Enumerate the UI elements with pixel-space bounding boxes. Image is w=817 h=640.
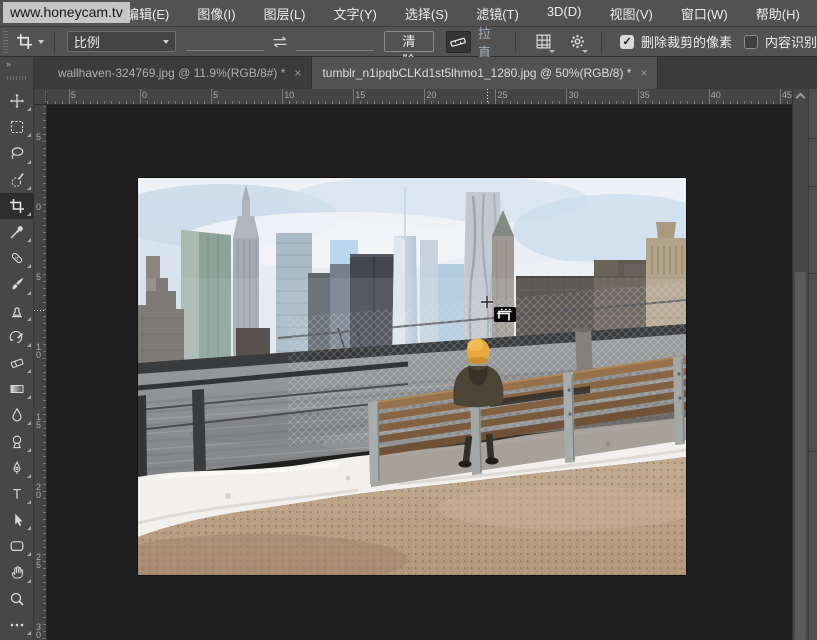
tab-tumblr[interactable]: tumblr_n1ipqbCLKd1st5lhmo1_1280.jpg @ 50… (312, 57, 658, 89)
crop-tool[interactable] (0, 193, 34, 219)
canvas-area[interactable] (47, 105, 792, 640)
menu-item-window[interactable]: 窗口(W) (667, 4, 742, 23)
menu-bar: www.honeycam.tv 编辑(E)图像(I)图层(L)文字(Y)选择(S… (0, 0, 817, 27)
ruler-label: 30 (569, 90, 579, 100)
ruler-cursor-indicator (487, 89, 488, 104)
gradient-tool[interactable] (0, 376, 34, 402)
move-tool[interactable] (0, 88, 34, 114)
tab-title: tumblr_n1ipqbCLKd1st5lhmo1_1280.jpg @ 50… (322, 66, 631, 80)
tool-panel: » T (0, 57, 34, 640)
scrollbar-thumb[interactable] (795, 272, 806, 640)
menu-item-type[interactable]: 文字(Y) (320, 4, 391, 23)
close-icon[interactable]: × (294, 66, 301, 80)
dodge-tool[interactable] (0, 428, 34, 454)
ruler-label: 1 5 (36, 413, 41, 429)
clone-stamp-tool[interactable] (0, 298, 34, 324)
swap-arrows-icon[interactable] (271, 35, 289, 49)
type-tool[interactable]: T (0, 481, 34, 507)
document-image[interactable] (138, 178, 686, 575)
vertical-ruler[interactable]: 5 0 5 1 0 1 5 2 0 2 5 3 0 (34, 105, 47, 640)
lasso-tool[interactable] (0, 140, 34, 166)
aspect-ratio-select[interactable]: 比例 (67, 31, 176, 52)
tool-preset-chevron-icon[interactable] (38, 40, 44, 44)
eraser-tool[interactable] (0, 350, 34, 376)
menu-item-3d[interactable]: 3D(D) (533, 4, 596, 23)
chevron-down-icon (163, 40, 169, 44)
gear-icon[interactable] (566, 31, 589, 53)
spot-healing-brush-tool[interactable] (0, 245, 34, 271)
edit-toolbar-ellipsis[interactable] (0, 612, 34, 638)
hand-tool[interactable] (0, 559, 34, 585)
panel-dock-edge[interactable] (808, 89, 817, 640)
svg-text:T: T (13, 487, 21, 502)
eyedropper-tool[interactable] (0, 219, 34, 245)
delete-cropped-pixels-label: 删除裁剪的像素 (641, 32, 732, 51)
watermark: www.honeycam.tv (3, 2, 130, 23)
level-icon (449, 34, 467, 50)
menu-items: 编辑(E)图像(I)图层(L)文字(Y)选择(S)滤镜(T)3D(D)视图(V)… (112, 4, 814, 23)
ruler-label: 15 (355, 90, 365, 100)
close-icon[interactable]: × (640, 66, 647, 80)
ruler-label: 3 0 (36, 623, 41, 639)
path-selection-tool[interactable] (0, 507, 34, 533)
aspect-ratio-value: 比例 (74, 32, 100, 51)
menu-item-help[interactable]: 帮助(H) (742, 4, 814, 23)
history-brush-tool[interactable] (0, 324, 34, 350)
ruler-cursor-indicator (34, 310, 46, 311)
document-tab-bar: wallhaven-324769.jpg @ 11.9%(RGB/8#) * ×… (34, 57, 817, 89)
separator (54, 31, 55, 53)
ruler-label: 5 (213, 90, 218, 100)
scroll-up-icon[interactable] (796, 93, 806, 103)
ruler-label: 20 (426, 90, 436, 100)
ruler-label: 10 (284, 90, 294, 100)
ruler-label: 45 (782, 90, 792, 100)
photoshop-window: www.honeycam.tv 编辑(E)图像(I)图层(L)文字(Y)选择(S… (0, 0, 817, 640)
tab-wallhaven[interactable]: wallhaven-324769.jpg @ 11.9%(RGB/8#) * × (48, 57, 312, 89)
quick-selection-tool[interactable] (0, 167, 34, 193)
vertical-scrollbar[interactable] (792, 89, 808, 640)
blur-tool[interactable] (0, 402, 34, 428)
menu-item-select[interactable]: 选择(S) (391, 4, 462, 23)
brush-tool[interactable] (0, 271, 34, 297)
ruler-label: 1 0 (36, 343, 41, 359)
toolbar-grip[interactable] (7, 74, 26, 82)
shape-tool[interactable] (0, 533, 34, 559)
menu-item-view[interactable]: 视图(V) (595, 4, 666, 23)
ruler-label: 5 (36, 273, 41, 281)
options-grip[interactable] (3, 31, 8, 53)
content-aware-checkbox[interactable] (744, 35, 758, 49)
clear-button[interactable]: 清除 (384, 31, 433, 52)
tab-title: wallhaven-324769.jpg @ 11.9%(RGB/8#) * (58, 66, 285, 80)
zoom-tool[interactable] (0, 586, 34, 612)
options-bar: 比例 清除 拉直 删除裁剪的像素 内容识别 (0, 27, 817, 57)
ruler-label: 2 5 (36, 553, 41, 569)
straighten-label[interactable]: 拉直 (478, 23, 503, 61)
double-chevron-icon[interactable]: » (0, 57, 33, 72)
ruler-label: 2 0 (36, 483, 41, 499)
crop-width-input[interactable] (186, 33, 264, 51)
menu-item-layer[interactable]: 图层(L) (250, 4, 320, 23)
rectangular-marquee-tool[interactable] (0, 114, 34, 140)
ruler-label: 25 (498, 90, 508, 100)
crop-height-input[interactable] (296, 33, 374, 51)
content-aware-label: 内容识别 (765, 32, 817, 51)
menu-item-filter[interactable]: 滤镜(T) (462, 4, 533, 23)
delete-cropped-pixels-checkbox[interactable] (620, 35, 634, 49)
ruler-label: 5 (36, 133, 41, 141)
pen-tool[interactable] (0, 455, 34, 481)
ruler-label: 0 (142, 90, 147, 100)
crop-icon[interactable] (16, 33, 33, 50)
menu-item-image[interactable]: 图像(I) (183, 4, 249, 23)
separator (601, 31, 602, 53)
horizontal-ruler[interactable]: 5 0 5 10 15 20 25 30 35 40 45 (47, 89, 792, 105)
ruler-label: 5 (71, 90, 76, 100)
ruler-label: 35 (640, 90, 650, 100)
straighten-button[interactable] (446, 31, 471, 53)
ruler-label: 0 (36, 203, 41, 211)
chevron-down-icon (582, 50, 588, 53)
separator (515, 31, 516, 53)
ruler-label: 40 (711, 90, 721, 100)
grid-overlay-icon[interactable] (532, 31, 555, 53)
chevron-down-icon (549, 50, 555, 53)
